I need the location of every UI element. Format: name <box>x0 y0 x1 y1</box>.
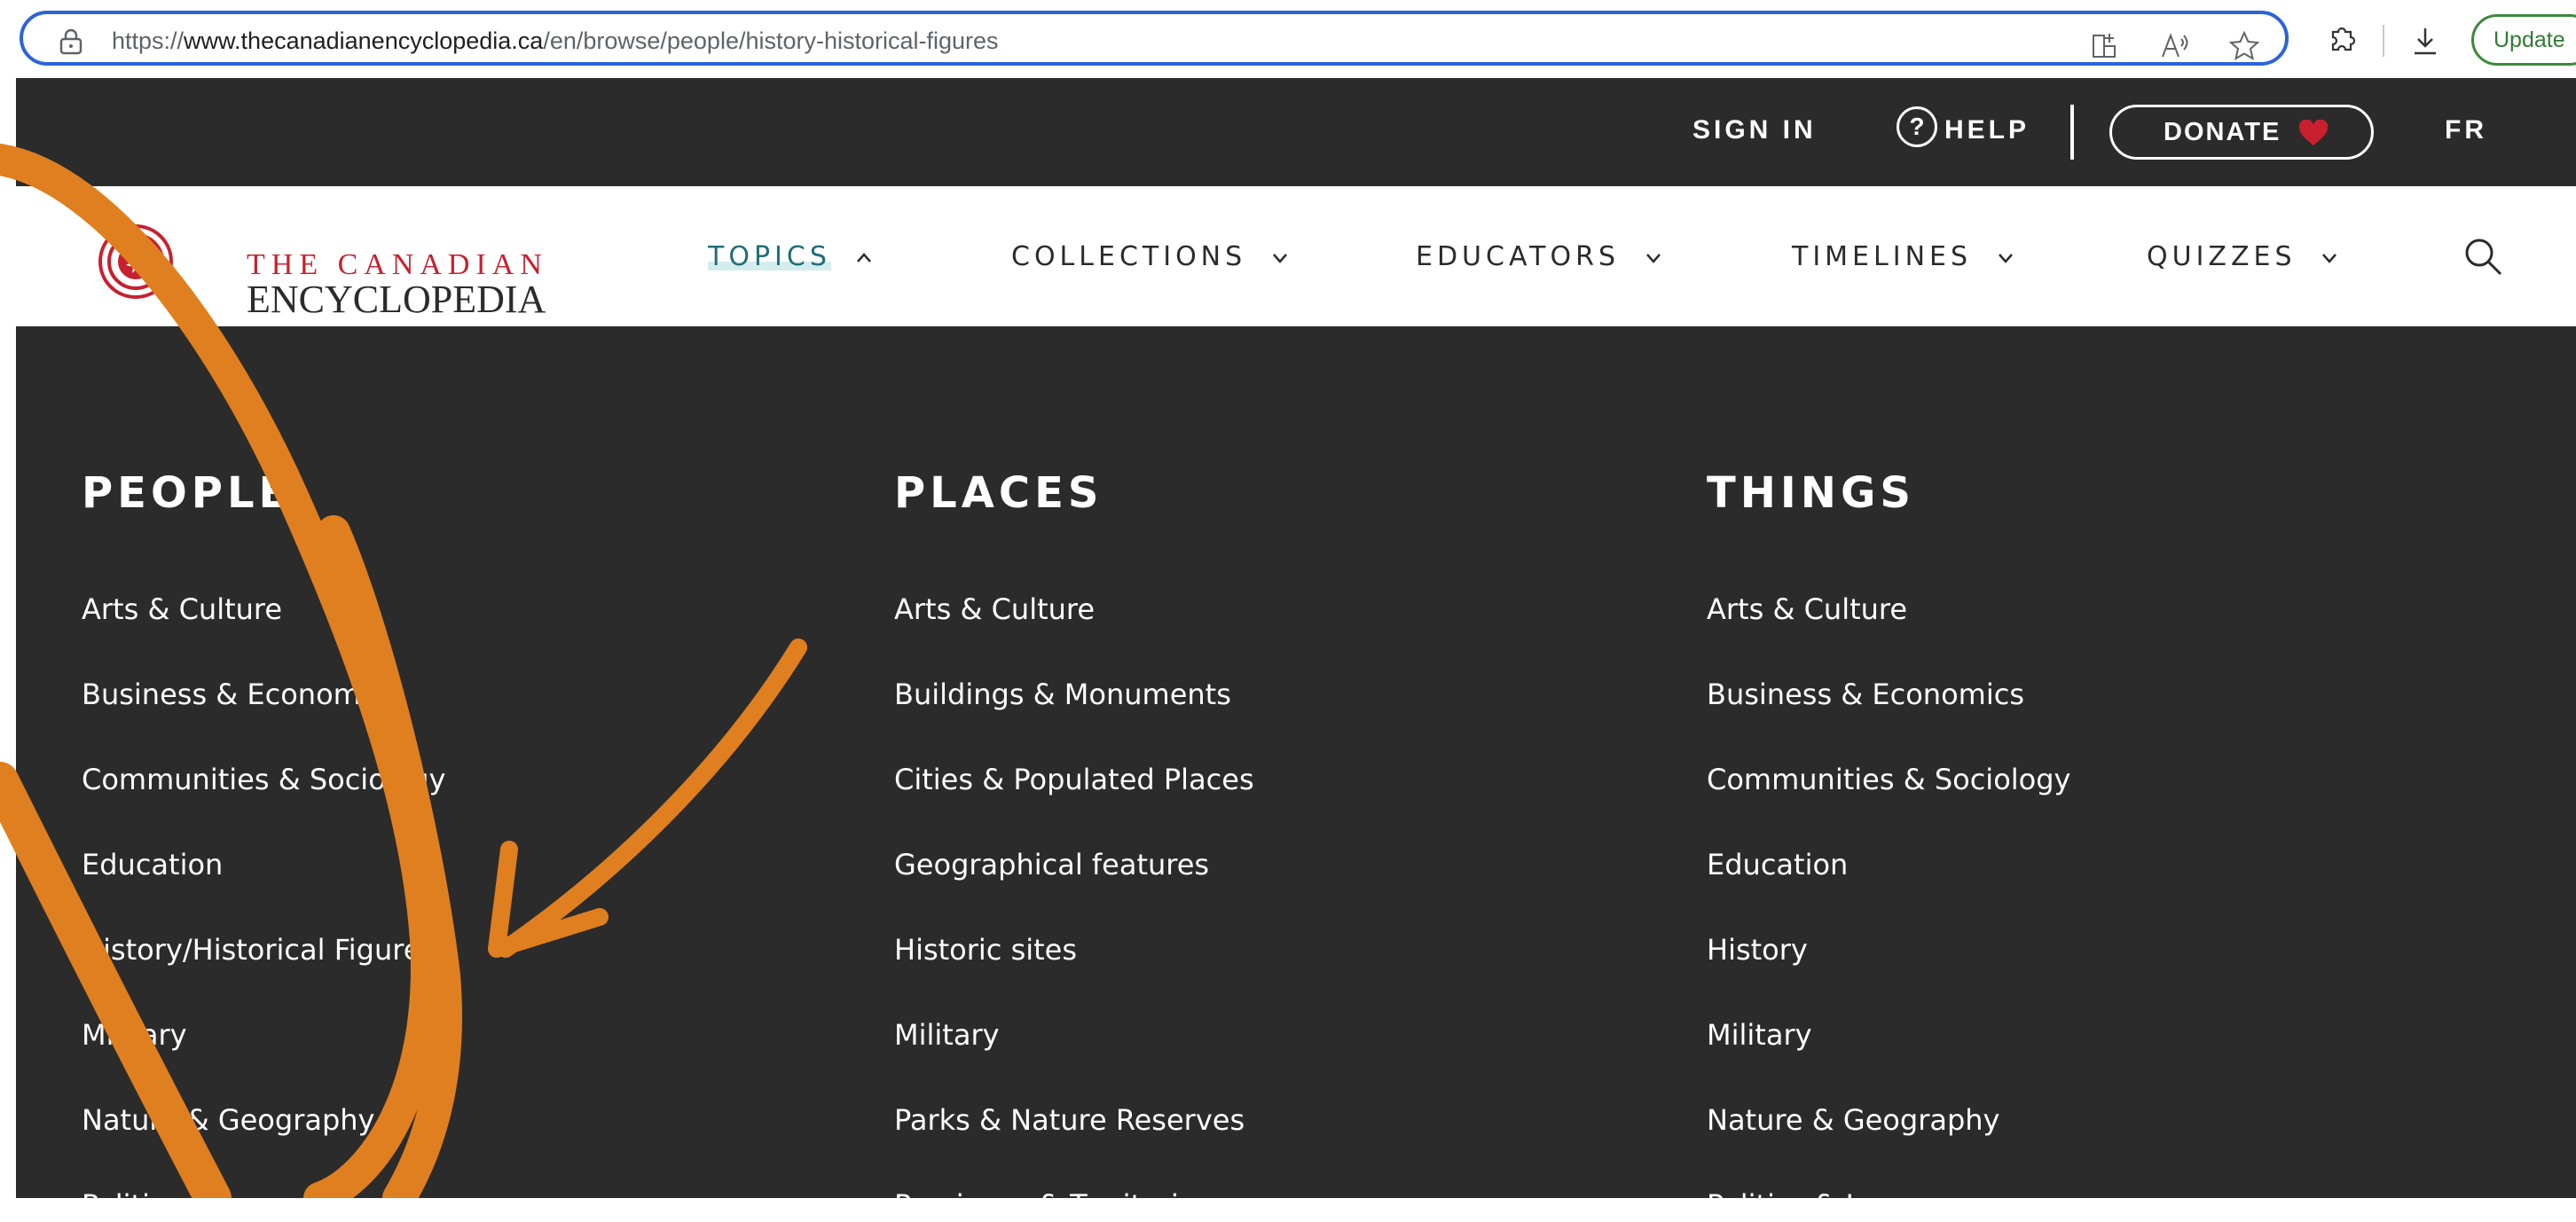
people-heading[interactable]: PEOPLE <box>82 468 292 518</box>
places-link[interactable]: Geographical features <box>894 848 1209 881</box>
update-button[interactable]: Update <box>2471 14 2576 66</box>
favorite-star-icon[interactable] <box>2228 30 2260 62</box>
people-link[interactable]: Arts & Culture <box>82 592 282 626</box>
people-link[interactable]: Communities & Sociology <box>82 763 445 796</box>
nav-timelines[interactable]: TIMELINES <box>1792 241 2014 272</box>
chevron-down-icon <box>1998 253 2013 263</box>
nav-collections[interactable]: COLLECTIONS <box>1011 241 1288 272</box>
things-link[interactable]: Business & Economics <box>1707 678 2024 711</box>
donate-label: DONATE <box>2164 118 2281 146</box>
things-link[interactable]: History <box>1707 933 1808 967</box>
sign-in-link[interactable]: SIGN IN <box>1692 115 1817 145</box>
url-path: /en/browse/people/history-historical-fig… <box>543 27 999 54</box>
people-link[interactable]: Business & Economics <box>82 678 399 711</box>
nav-timelines-label: TIMELINES <box>1792 241 1973 272</box>
extensions-icon[interactable] <box>2326 23 2358 55</box>
chevron-down-icon <box>2322 253 2337 263</box>
chevron-down-icon <box>1645 253 1661 263</box>
people-link[interactable]: History/Historical Figures <box>82 933 436 967</box>
nav-quizzes[interactable]: QUIZZES <box>2147 241 2337 272</box>
maple-emblem-icon <box>98 224 173 299</box>
nav-quizzes-label: QUIZZES <box>2147 241 2297 272</box>
things-heading[interactable]: THINGS <box>1707 468 1915 518</box>
places-link[interactable]: Provinces & Territories <box>894 1188 1211 1222</box>
help-link[interactable]: HELP <box>1944 115 2030 145</box>
toolbar-divider <box>2383 25 2384 57</box>
app-available-icon[interactable] <box>2090 30 2122 62</box>
nav-collections-label: COLLECTIONS <box>1011 241 1247 272</box>
chevron-up-icon <box>857 252 872 262</box>
url-domain: www.thecanadianencyclopedia.ca <box>184 27 544 54</box>
things-link[interactable]: Communities & Sociology <box>1707 763 2070 796</box>
logo-text-line2: ENCYCLOPEDIA <box>247 278 546 321</box>
nav-topics-label: TOPICS <box>708 241 831 272</box>
lock-icon[interactable] <box>59 28 83 55</box>
places-link[interactable]: Parks & Nature Reserves <box>894 1103 1245 1137</box>
topbar-divider <box>2070 105 2074 160</box>
places-link[interactable]: Cities & Populated Places <box>894 763 1254 796</box>
topics-dropdown: PEOPLE Arts & Culture Business & Economi… <box>16 326 2576 1222</box>
places-link[interactable]: Military <box>894 1018 1000 1052</box>
browser-toolbar: https://www.thecanadianencyclopedia.ca/e… <box>0 0 2576 78</box>
things-link[interactable]: Politics & Law <box>1707 1188 1902 1222</box>
url-text[interactable]: https://www.thecanadianencyclopedia.ca/e… <box>112 27 999 55</box>
url-scheme: https:// <box>112 27 185 54</box>
things-link[interactable]: Nature & Geography <box>1707 1103 1999 1137</box>
places-heading[interactable]: PLACES <box>894 468 1103 518</box>
people-link[interactable]: Military <box>82 1018 187 1052</box>
nav-educators[interactable]: EDUCATORS <box>1416 241 1661 272</box>
places-link[interactable]: Buildings & Monuments <box>894 678 1231 711</box>
help-icon[interactable]: ? <box>1897 106 1937 147</box>
things-link[interactable]: Education <box>1707 848 1848 881</box>
search-icon[interactable] <box>2462 236 2503 277</box>
address-bar[interactable]: https://www.thecanadianencyclopedia.ca/e… <box>20 11 2289 66</box>
heart-icon <box>2298 120 2329 145</box>
nav-educators-label: EDUCATORS <box>1416 241 1620 272</box>
downloads-icon[interactable] <box>2409 25 2441 57</box>
things-link[interactable]: Military <box>1707 1018 1812 1052</box>
people-link[interactable]: Nature & Geography <box>82 1103 374 1137</box>
read-aloud-icon[interactable] <box>2159 30 2191 62</box>
people-link[interactable]: Education <box>82 848 223 881</box>
people-link[interactable]: Politics <box>82 1188 180 1222</box>
things-link[interactable]: Arts & Culture <box>1707 592 1907 626</box>
utility-bar: SIGN IN ? HELP DONATE FR <box>16 78 2576 186</box>
chevron-down-icon <box>1272 253 1287 263</box>
nav-topics[interactable]: TOPICS <box>708 241 872 272</box>
donate-button[interactable]: DONATE <box>2109 105 2374 160</box>
main-navigation: THE CANADIAN ENCYCLOPEDIA TOPICS COLLECT… <box>16 186 2576 326</box>
language-toggle[interactable]: FR <box>2445 115 2487 145</box>
places-link[interactable]: Historic sites <box>894 933 1077 967</box>
places-link[interactable]: Arts & Culture <box>894 592 1095 626</box>
site-logo[interactable]: THE CANADIAN ENCYCLOPEDIA <box>82 213 546 321</box>
